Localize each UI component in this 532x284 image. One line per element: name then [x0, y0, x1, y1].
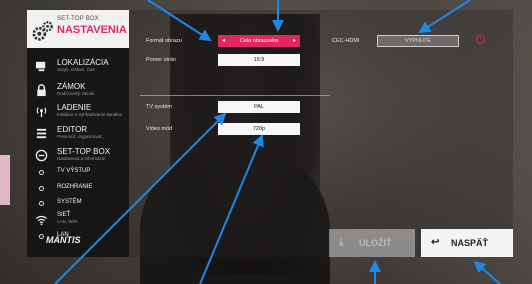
sidebar-item-label: LOKALIZÁCIA: [57, 58, 109, 67]
background-pink-object: [0, 155, 10, 205]
sidebar-item-label: LADENIE: [57, 103, 92, 112]
sidebar: SET-TOP BOX NASTAVENIA LOKALIZÁCIA Jazyk…: [27, 10, 129, 257]
sidebar-header: SET-TOP BOX NASTAVENIA: [27, 10, 129, 48]
aspect-selector[interactable]: 16:9: [218, 54, 300, 66]
bullet-icon: [39, 234, 44, 239]
aspect-label: Pomer strán: [146, 57, 176, 63]
cec-label: CEC-HDMI: [332, 38, 360, 44]
bullet-icon: [39, 186, 44, 191]
sidebar-item-label: SET-TOP BOX: [57, 147, 111, 156]
back-button[interactable]: ↩ NASPÄŤ: [421, 229, 513, 257]
page-title: NASTAVENIA: [57, 24, 127, 36]
format-selector[interactable]: ◂ Celá obrazovka ▸: [218, 35, 300, 47]
info-icon[interactable]: i: [476, 35, 485, 44]
return-icon: ↩: [431, 237, 440, 248]
chevron-right-icon[interactable]: ▸: [293, 35, 296, 47]
cec-selector[interactable]: VYPNUTÉ: [377, 35, 459, 47]
tv-system-selector[interactable]: PAL: [218, 101, 300, 113]
tv-system-label: TV systém: [146, 104, 172, 110]
monitor-icon: [35, 61, 46, 72]
format-label: Formát obrazu: [146, 38, 182, 44]
save-button[interactable]: ⤓ ULOŽIŤ: [329, 229, 415, 257]
sidebar-item-label: ZÁMOK: [57, 82, 86, 91]
sidebar-subitem-rozhranie[interactable]: ROZHRANIE: [27, 181, 129, 195]
sidebar-item-sub: Intalácie a vyhľadávanie kanálov: [57, 112, 123, 117]
sidebar-subitem-label: SYSTÉM: [57, 199, 82, 205]
chevron-left-icon[interactable]: ◂: [222, 35, 225, 47]
sidebar-item-sub: Rodičovský zámok: [57, 91, 95, 96]
sidebar-item-lokalizacia[interactable]: LOKALIZÁCIA Jazyk, Dátum, Čas: [27, 56, 129, 78]
lock-icon: [37, 84, 46, 97]
sidebar-subitem-tv-vystup[interactable]: TV VÝSTUP: [27, 165, 129, 179]
sidebar-item-editor[interactable]: EDITOR Presunúť, organizovať...: [27, 123, 129, 145]
sidebar-subitem-siet[interactable]: SIEŤ LAN, WiFi: [27, 209, 129, 231]
sidebar-item-sub: Presunúť, organizovať...: [57, 134, 106, 139]
save-button-label: ULOŽIŤ: [359, 238, 392, 248]
back-button-label: NASPÄŤ: [451, 238, 489, 248]
header-small-title: SET-TOP BOX: [57, 16, 99, 22]
sidebar-subitem-label: ROZHRANIE: [57, 184, 93, 190]
sidebar-subitem-label: TV VÝSTUP: [57, 168, 91, 174]
bullet-icon: [39, 170, 44, 175]
video-mode-selector[interactable]: 720p: [218, 123, 300, 135]
sidebar-item-zamok[interactable]: ZÁMOK Rodičovský zámok: [27, 80, 129, 102]
settop-icon: [35, 149, 48, 162]
list-icon: [36, 128, 47, 139]
brand-logo: MANTIS: [46, 235, 81, 245]
sidebar-item-sub: Jazyk, Dátum, Čas: [57, 67, 95, 72]
bullet-icon: [39, 201, 44, 206]
divider: [140, 95, 330, 96]
download-icon: ⤓: [339, 237, 344, 248]
sidebar-item-label: EDITOR: [57, 125, 88, 134]
cec-value: VYPNUTÉ: [405, 38, 431, 44]
sidebar-item-ladenie[interactable]: LADENIE Intalácie a vyhľadávanie kanálov: [27, 101, 129, 123]
video-mode-label: Video mód: [146, 126, 173, 132]
format-value: Celá obrazovka: [239, 38, 279, 44]
sidebar-subitem-system[interactable]: SYSTÉM: [27, 196, 129, 210]
gear-icon: [32, 21, 53, 41]
video-mode-value: 720p: [252, 126, 266, 132]
wifi-icon: [35, 215, 48, 226]
aspect-value: 16:9: [253, 57, 265, 63]
sidebar-item-label: SIEŤ: [57, 212, 71, 218]
sidebar-item-sub: LAN, WiFi: [57, 219, 78, 224]
sidebar-item-sub: Nastavenia a informácie: [57, 156, 106, 161]
tv-system-value: PAL: [254, 104, 264, 110]
sidebar-item-settopbox[interactable]: SET-TOP BOX Nastavenia a informácie: [27, 145, 129, 167]
antenna-icon: [36, 107, 47, 118]
